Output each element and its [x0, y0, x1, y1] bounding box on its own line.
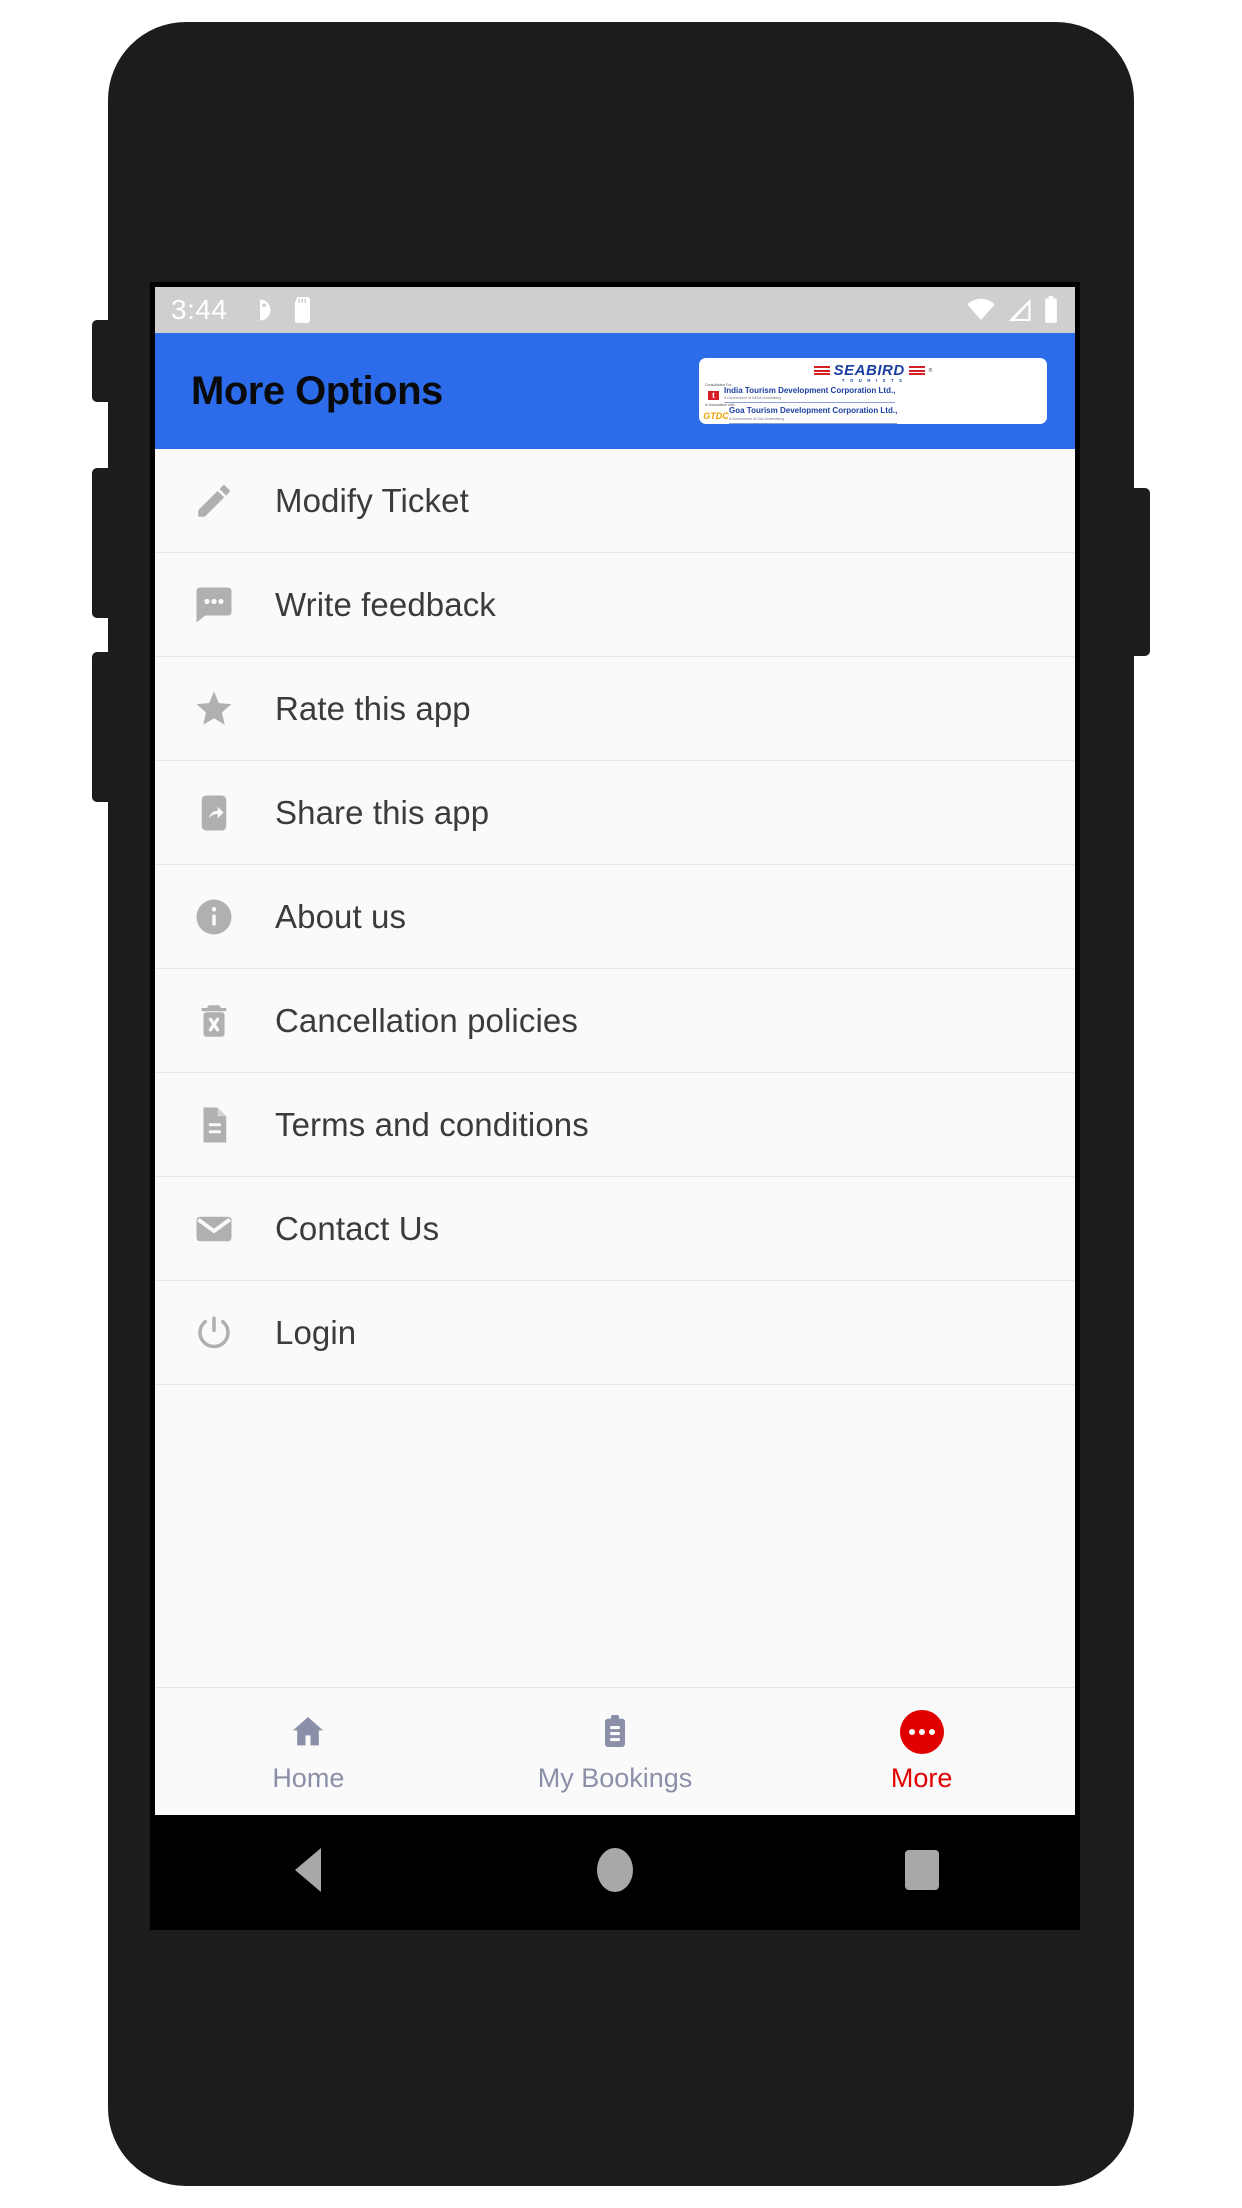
menu-item-label: Login	[275, 1313, 357, 1351]
logo-itdc-note: A Government of INDIA undertaking	[724, 396, 782, 401]
menu-item-label: Cancellation policies	[275, 1001, 578, 1039]
phone-share-icon	[191, 790, 237, 836]
logo-gtdc-text: Goa Tourism Development Corporation Ltd.…	[729, 406, 898, 424]
menu-item-label: Rate this app	[275, 689, 471, 727]
home-circle-icon	[596, 1848, 633, 1892]
do-not-disturb-icon	[246, 296, 274, 324]
logo-gtdc-block: In Association with GTDC Goa Tourism Dev…	[703, 403, 1041, 424]
more-options-list: Modify Ticket Write feedback Rate this a…	[155, 449, 1075, 1687]
menu-item-share-this-app[interactable]: Share this app	[155, 761, 1075, 865]
logo-gtdc-name: Goa Tourism Development Corporation Ltd.…	[729, 406, 898, 416]
recents-square-icon	[904, 1850, 939, 1890]
gtdc-emblem-icon: GTDC	[703, 410, 729, 421]
logo-gtdc-rule	[729, 422, 898, 424]
menu-item-label: About us	[275, 897, 407, 935]
more-dots-icon	[899, 1709, 944, 1755]
seabird-logo: SEABIRD ® T O U R I S T S Consolidator F…	[699, 358, 1047, 424]
menu-empty-space	[155, 1385, 1075, 1625]
logo-brand-row: SEABIRD ®	[705, 362, 1041, 379]
menu-item-login[interactable]: Login	[155, 1281, 1075, 1385]
logo-bars-right	[908, 366, 925, 375]
android-system-nav	[155, 1815, 1075, 1925]
menu-item-cancellation-policies[interactable]: Cancellation policies	[155, 969, 1075, 1073]
nav-item-more[interactable]: More	[768, 1709, 1075, 1794]
logo-gtdc-row: GTDC Goa Tourism Development Corporation…	[703, 406, 1041, 424]
chat-bubble-icon	[191, 582, 237, 628]
logo-itdc-name: India Tourism Development Corporation Lt…	[724, 386, 896, 395]
status-bar: 3:44	[155, 287, 1075, 333]
trash-x-icon	[191, 998, 237, 1044]
menu-item-label: Write feedback	[275, 585, 496, 623]
page-title: More Options	[191, 368, 443, 413]
nav-item-my-bookings[interactable]: My Bookings	[462, 1709, 769, 1794]
logo-itdc-rule	[724, 402, 896, 404]
document-icon	[191, 1102, 237, 1148]
logo-gtdc-note: A Government of Goa Undertaking	[729, 416, 785, 421]
menu-item-label: Modify Ticket	[275, 481, 469, 519]
clipboard-icon	[595, 1709, 635, 1755]
more-dots-circle	[899, 1710, 944, 1754]
envelope-icon	[191, 1206, 237, 1252]
phone-volume-down-button[interactable]	[92, 652, 114, 802]
itdc-emblem-icon: t	[707, 389, 720, 401]
logo-bars-left	[813, 366, 830, 375]
menu-item-rate-this-app[interactable]: Rate this app	[155, 657, 1075, 761]
star-icon	[191, 686, 237, 732]
nav-item-label: More	[890, 1763, 953, 1793]
status-bar-clock: 3:44	[171, 294, 228, 325]
info-circle-icon	[191, 894, 237, 940]
status-bar-right-icons	[966, 296, 1059, 324]
sd-card-icon	[290, 296, 316, 324]
nav-item-home[interactable]: Home	[155, 1709, 462, 1794]
power-icon	[191, 1310, 237, 1356]
pencil-icon	[191, 478, 237, 524]
android-back-button[interactable]	[248, 1815, 368, 1925]
android-home-button[interactable]	[555, 1815, 675, 1925]
menu-item-label: Contact Us	[275, 1209, 440, 1247]
menu-item-contact-us[interactable]: Contact Us	[155, 1177, 1075, 1281]
menu-item-about-us[interactable]: About us	[155, 865, 1075, 969]
logo-itdc-text: India Tourism Development Corporation Lt…	[724, 386, 896, 404]
menu-item-terms-and-conditions[interactable]: Terms and conditions	[155, 1073, 1075, 1177]
app-viewport: 3:44 More Options SEABIRD ® T O U R I S …	[155, 287, 1075, 1925]
menu-item-modify-ticket[interactable]: Modify Ticket	[155, 449, 1075, 553]
nav-item-label: Home	[272, 1763, 345, 1793]
android-recents-button[interactable]	[862, 1815, 982, 1925]
battery-icon	[1043, 296, 1059, 324]
cellular-signal-icon	[1006, 297, 1033, 323]
menu-item-write-feedback[interactable]: Write feedback	[155, 553, 1075, 657]
phone-side-button-left-top[interactable]	[92, 320, 114, 402]
logo-itdc-row: t India Tourism Development Corporation …	[705, 386, 1041, 404]
logo-brand-text: SEABIRD	[833, 362, 905, 379]
menu-item-label: Terms and conditions	[275, 1105, 589, 1143]
logo-registered-mark: ®	[928, 367, 933, 374]
back-triangle-icon	[295, 1848, 322, 1892]
phone-screen: 3:44 More Options SEABIRD ® T O U R I S …	[150, 282, 1080, 1930]
screenshot-stage: 3:44 More Options SEABIRD ® T O U R I S …	[0, 0, 1242, 2208]
bottom-navigation-bar: Home My Bookings More	[155, 1687, 1075, 1815]
wifi-icon	[966, 297, 996, 323]
app-bar: More Options SEABIRD ® T O U R I S T S C…	[155, 333, 1075, 449]
logo-itdc-block: Consolidator For t India Tourism Develop…	[705, 383, 1041, 404]
menu-item-label: Share this app	[275, 793, 490, 831]
nav-item-label: My Bookings	[537, 1763, 693, 1793]
phone-power-button[interactable]	[1128, 488, 1150, 656]
home-icon	[288, 1709, 328, 1755]
status-bar-left-icons	[246, 296, 316, 324]
phone-volume-up-button[interactable]	[92, 468, 114, 618]
